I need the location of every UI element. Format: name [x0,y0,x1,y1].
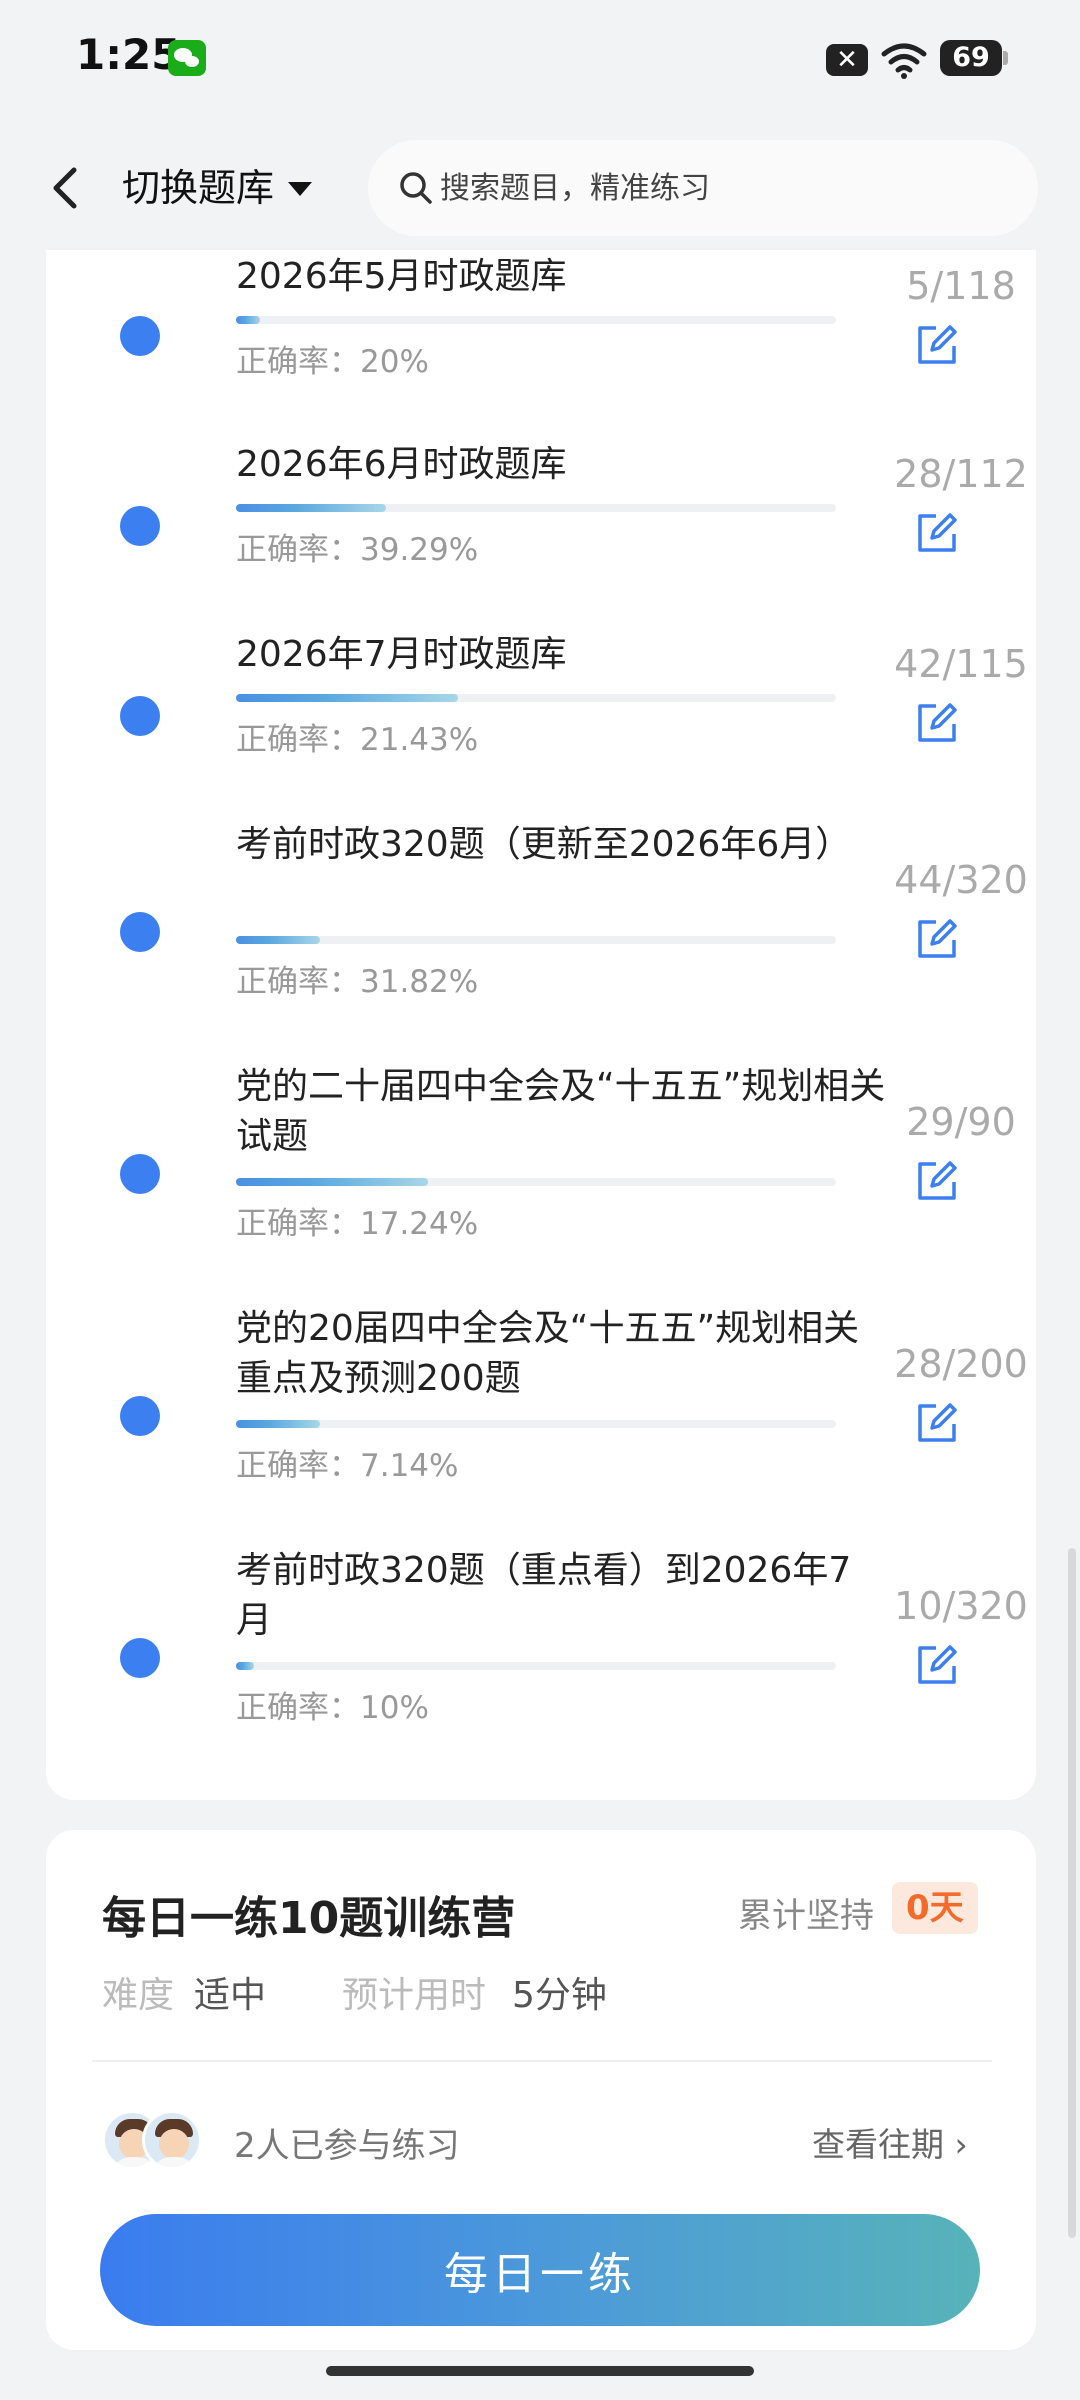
progress-bar [236,936,836,944]
difficulty-label: 难度 [102,1975,175,2016]
answered-count: 28/112 [894,452,1028,496]
accuracy-text: 正确率：31.82% [236,964,479,1000]
answered-count: 29/90 [906,1100,1016,1144]
progress-bar [236,1662,836,1670]
edit-icon[interactable] [914,322,960,368]
avatar [142,2110,202,2170]
no-sim-icon: ✕ [826,44,868,76]
difficulty-value: 适中 [194,1975,267,2016]
search-icon [400,172,432,204]
progress-bar [236,1178,836,1186]
home-indicator[interactable] [326,2366,754,2376]
bullet-dot [120,696,160,736]
edit-icon[interactable] [914,1158,960,1204]
answered-count: 28/200 [894,1342,1028,1386]
bullet-dot [120,1396,160,1436]
progress-fill [236,694,458,702]
edit-icon[interactable] [914,1400,960,1446]
bullet-dot [120,1154,160,1194]
accuracy-text: 正确率：20% [236,344,429,380]
answered-count: 42/115 [894,642,1028,686]
search-input[interactable] [440,140,1000,236]
progress-bar [236,504,836,512]
accuracy-text: 正确率：7.14% [236,1448,459,1484]
accuracy-text: 正确率：10% [236,1690,429,1726]
answered-count: 5/118 [906,264,1016,308]
back-icon[interactable] [40,158,90,218]
progress-fill [236,1662,254,1670]
bullet-dot [120,506,160,546]
bullet-dot [120,1638,160,1678]
progress-bar [236,694,836,702]
wifi-icon [881,43,927,79]
bank-title: 2026年7月时政题库 [236,634,567,675]
accuracy-text: 正确率：21.43% [236,722,479,758]
bullet-dot [120,912,160,952]
progress-fill [236,316,260,324]
battery-icon: 69 [940,40,1008,76]
edit-icon[interactable] [914,1642,960,1688]
progress-bar [236,316,836,324]
view-history-link[interactable]: 查看往期 › [812,2118,968,2166]
wechat-notification-icon [168,40,206,76]
top-header: 切换题库 [0,120,1080,250]
answered-count: 44/320 [894,858,1028,902]
bank-title: 2026年6月时政题库 [236,444,567,485]
status-time: 1:25 [76,30,181,79]
estimated-time-value: 5分钟 [512,1975,607,2016]
progress-fill [236,1420,320,1428]
daily-practice-button[interactable]: 每日一练 [100,2214,980,2326]
switch-bank-dropdown[interactable]: 切换题库 [122,158,274,218]
estimated-time-label: 预计用时 [342,1975,487,2016]
progress-fill [236,1178,428,1186]
bank-title: 考前时政320题（重点看）到2026年7月 [236,1550,852,1641]
edit-icon[interactable] [914,700,960,746]
accuracy-text: 正确率：17.24% [236,1206,479,1242]
scrollbar[interactable] [1068,1548,1076,2238]
search-box[interactable] [368,140,1038,236]
caret-down-icon[interactable] [288,182,312,196]
edit-icon[interactable] [914,510,960,556]
divider [92,2060,992,2062]
participants-text: 2人已参与练习 [234,2126,460,2166]
answered-count: 10/320 [894,1584,1028,1628]
progress-fill [236,936,320,944]
bank-title: 考前时政320题（更新至2026年6月） [236,824,852,865]
streak-badge: 0天 [892,1882,978,1934]
question-bank-list: 2026年5月时政题库 正确率：20% 5/118 2026年6月时政题库 正确… [46,250,1036,1800]
bank-title: 2026年5月时政题库 [236,256,567,297]
daily-title: 每日一练10题训练营 [102,1893,516,1944]
bank-title: 党的20届四中全会及“十五五”规划相关重点及预测200题 [236,1308,860,1399]
streak-label: 累计坚持 [738,1896,874,1936]
bank-title: 党的二十届四中全会及“十五五”规划相关试题 [236,1066,886,1157]
progress-bar [236,1420,836,1428]
progress-fill [236,504,386,512]
status-bar: 1:25 ✕ 69 [0,0,1080,120]
accuracy-text: 正确率：39.29% [236,532,479,568]
edit-icon[interactable] [914,916,960,962]
bullet-dot [120,316,160,356]
daily-practice-card: 每日一练10题训练营 累计坚持 0天 难度 适中 预计用时 5分钟 2人已参与练… [46,1830,1036,2350]
